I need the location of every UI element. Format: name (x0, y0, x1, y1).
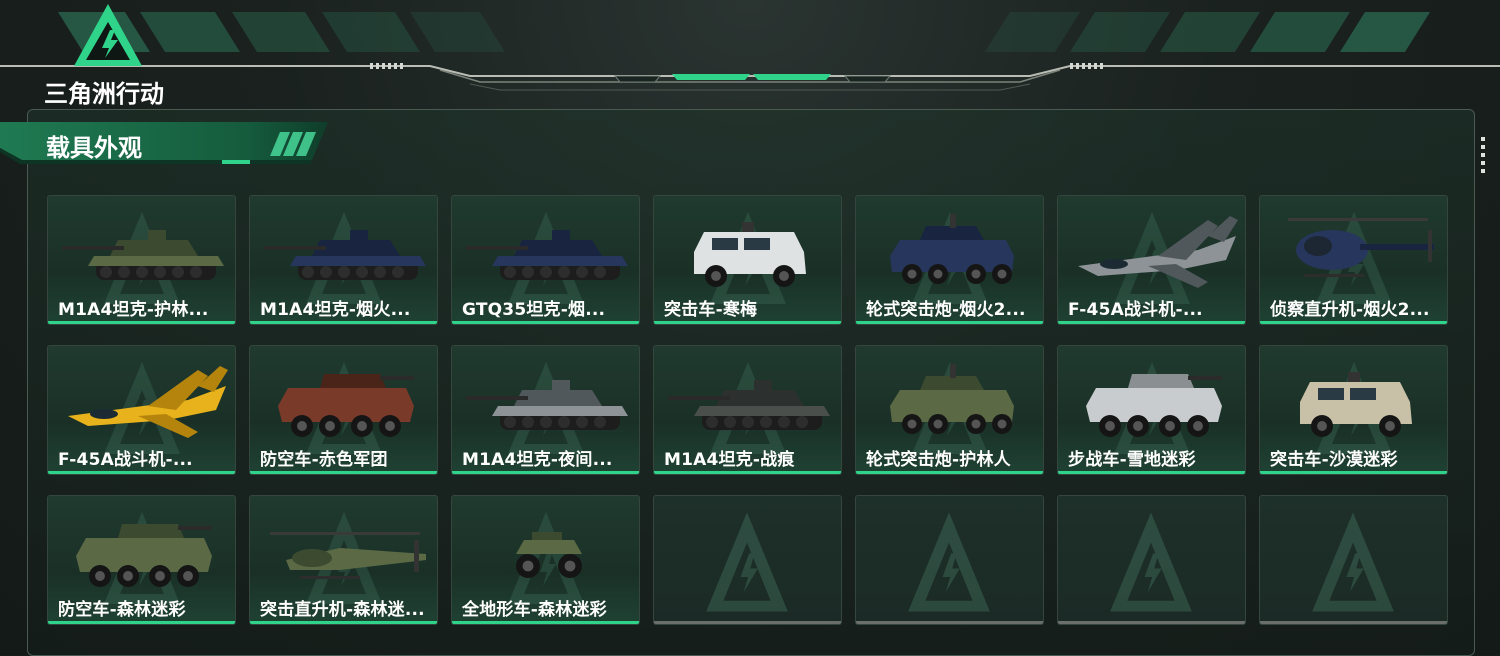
vehicle-skin-card[interactable]: 全地形车-森林迷彩 (451, 495, 640, 625)
vehicle-preview-image (270, 532, 426, 579)
vehicle-skin-name: 轮式突击炮-护林人 (866, 450, 1011, 470)
vehicle-skin-card[interactable]: 突击车-沙漠迷彩 (1259, 345, 1448, 475)
vehicle-skin-card[interactable]: 轮式突击炮-烟火2... (855, 195, 1044, 325)
vehicle-skin-name: 侦察直升机-烟火2... (1270, 300, 1430, 320)
panel-scroll-indicator (1481, 137, 1485, 173)
card-underline (1260, 621, 1447, 624)
vehicle-skin-name: 全地形车-森林迷彩 (462, 600, 607, 620)
card-underline (856, 471, 1043, 474)
vehicle-skin-card[interactable]: M1A4坦克-夜间... (451, 345, 640, 475)
card-underline (856, 321, 1043, 324)
card-underline (654, 321, 841, 324)
card-underline (452, 621, 639, 624)
vehicle-preview-image (890, 364, 1014, 434)
vehicle-skin-name: 步战车-雪地迷彩 (1068, 450, 1196, 470)
vehicle-skin-card[interactable]: 防空车-赤色军团 (249, 345, 438, 475)
vehicle-skin-card[interactable]: 防空车-森林迷彩 (47, 495, 236, 625)
delta-watermark-icon (706, 512, 788, 612)
card-underline (48, 321, 235, 324)
card-underline (1260, 471, 1447, 474)
vehicle-preview-image (264, 230, 426, 280)
header-decoration (0, 12, 1500, 91)
vehicle-skin-card[interactable]: GTQ35坦克-烟... (451, 195, 640, 325)
vehicle-skin-card[interactable]: 侦察直升机-烟火2... (1259, 195, 1448, 325)
delta-watermark-icon (908, 512, 990, 612)
vehicle-skin-card[interactable]: M1A4坦克-烟火... (249, 195, 438, 325)
card-underline (1058, 621, 1245, 624)
vehicle-preview-image (890, 214, 1014, 284)
vehicle-preview-image (668, 380, 830, 430)
card-underline (1260, 321, 1447, 324)
brand-name: 三角洲行动 (44, 80, 164, 108)
card-underline (250, 471, 437, 474)
vehicle-skin-name: F-45A战斗机-... (1068, 300, 1203, 320)
vehicle-preview-image (1086, 374, 1222, 437)
card-underline (452, 471, 639, 474)
vehicle-skin-name: F-45A战斗机-... (58, 450, 193, 470)
vehicle-skin-card[interactable]: 突击直升机-森林迷... (249, 495, 438, 625)
vehicle-preview-image (466, 380, 628, 430)
vehicle-preview-image (68, 366, 228, 438)
vehicle-preview-image (76, 524, 212, 587)
card-underline (250, 621, 437, 624)
vehicle-preview-image (516, 532, 582, 578)
card-underline (452, 321, 639, 324)
vehicle-skin-card[interactable]: F-45A战斗机-... (1057, 195, 1246, 325)
vehicle-skin-card[interactable]: M1A4坦克-护林... (47, 195, 236, 325)
vehicle-skin-name: M1A4坦克-烟火... (260, 300, 411, 320)
vehicle-skin-name: 突击直升机-森林迷... (260, 600, 425, 620)
vehicle-preview-image (694, 222, 806, 287)
vehicle-skin-card[interactable]: M1A4坦克-战痕 (653, 345, 842, 475)
vehicle-preview-image (278, 374, 414, 437)
card-underline (1058, 321, 1245, 324)
brand-logo: 三角洲行动 (40, 2, 190, 108)
card-underline (654, 621, 841, 624)
empty-skin-slot (653, 495, 842, 625)
vehicle-skin-card[interactable]: F-45A战斗机-... (47, 345, 236, 475)
vehicle-skin-name: M1A4坦克-夜间... (462, 450, 613, 470)
vehicle-preview-image (1288, 218, 1434, 277)
delta-triangle-logo-icon (74, 4, 142, 66)
vehicle-skin-name: 防空车-赤色军团 (260, 450, 388, 470)
vehicle-preview-image (1078, 216, 1238, 288)
delta-watermark-icon (1312, 512, 1394, 612)
card-underline (1058, 471, 1245, 474)
vehicle-skin-name: 轮式突击炮-烟火2... (866, 300, 1026, 320)
card-underline (856, 621, 1043, 624)
empty-skin-slot (1057, 495, 1246, 625)
delta-watermark-icon (1110, 512, 1192, 612)
vehicle-skin-name: 突击车-沙漠迷彩 (1270, 450, 1398, 470)
empty-skin-slot (855, 495, 1044, 625)
vehicle-skin-name: 防空车-森林迷彩 (58, 600, 186, 620)
top-header: 三角洲行动 (0, 0, 1500, 108)
vehicle-preview-image (62, 230, 224, 280)
vehicle-preview-image (466, 230, 628, 280)
vehicle-skin-card[interactable]: 突击车-寒梅 (653, 195, 842, 325)
vehicle-preview-image (1300, 372, 1412, 437)
card-underline (48, 621, 235, 624)
section-title: 载具外观 (46, 134, 142, 162)
vehicle-skin-card[interactable]: 步战车-雪地迷彩 (1057, 345, 1246, 475)
vehicle-skin-name: GTQ35坦克-烟... (462, 300, 606, 320)
card-underline (48, 471, 235, 474)
vehicle-skin-card[interactable]: 轮式突击炮-护林人 (855, 345, 1044, 475)
vehicle-skin-name: M1A4坦克-护林... (58, 300, 209, 320)
card-underline (654, 471, 841, 474)
vehicle-skin-name: M1A4坦克-战痕 (664, 450, 795, 470)
empty-skin-slot (1259, 495, 1448, 625)
card-underline (250, 321, 437, 324)
vehicle-skin-name: 突击车-寒梅 (664, 300, 758, 320)
